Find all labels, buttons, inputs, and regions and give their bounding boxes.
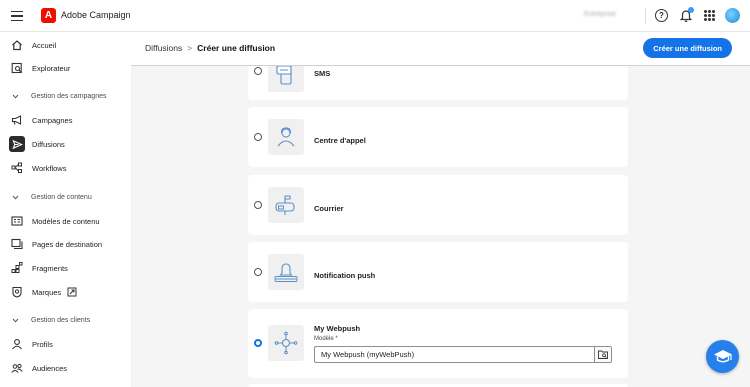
create-delivery-button[interactable]: Créer une diffusion — [643, 38, 732, 58]
template-label-text: Modèle — [314, 336, 334, 342]
channel-title: Courrier — [314, 204, 344, 213]
channel-list: SMS Centre d'appel Courrier Notification… — [131, 66, 750, 387]
menu-icon[interactable] — [11, 11, 23, 22]
sidebar-item-label: Explorateur — [32, 63, 71, 73]
sidebar-item-label: Marques — [32, 287, 62, 297]
section-customer-management[interactable]: Gestion des clients — [12, 317, 90, 324]
required-mark: * — [335, 336, 338, 342]
breadcrumb-separator: > — [187, 43, 193, 53]
sms-icon — [268, 66, 304, 92]
audiences-icon — [10, 362, 23, 375]
chevron-down-icon — [12, 94, 19, 99]
sidebar-item-label: Profils — [32, 339, 53, 349]
section-label: Gestion de contenu — [31, 194, 92, 201]
webpush-icon — [268, 325, 304, 361]
section-content-management[interactable]: Gestion de contenu — [12, 194, 92, 201]
sidebar-item-label: Fragments — [32, 263, 68, 273]
template-input[interactable] — [315, 350, 595, 359]
sidebar-item-label: Accueil — [32, 40, 57, 50]
mailbox-icon — [268, 187, 304, 223]
channel-card-webpush[interactable]: My Webpush Modèle * — [248, 309, 628, 378]
breadcrumb-parent-link[interactable]: Diffusions — [145, 43, 182, 53]
notification-badge — [688, 7, 694, 13]
channel-title: My Webpush — [314, 324, 361, 333]
folder-search-icon — [598, 350, 608, 359]
learn-help-button[interactable] — [706, 340, 739, 373]
template-icon — [10, 215, 23, 228]
template-field — [314, 346, 612, 363]
channel-card-mail[interactable]: Courrier — [248, 175, 628, 235]
adobe-logo-icon: A — [41, 8, 56, 23]
radio-sms[interactable] — [254, 67, 262, 75]
channel-card-push[interactable]: Notification push — [248, 242, 628, 302]
avatar[interactable] — [725, 8, 740, 23]
radio-mail[interactable] — [254, 201, 262, 209]
template-field-label: Modèle * — [314, 336, 338, 342]
channel-card-call-center[interactable]: Centre d'appel — [248, 107, 628, 167]
section-label: Gestion des clients — [31, 317, 91, 324]
brand-icon — [10, 286, 23, 299]
radio-call-center[interactable] — [254, 133, 262, 141]
radio-webpush[interactable] — [254, 339, 262, 347]
sidebar-item-campagnes[interactable]: Campagnes — [10, 111, 72, 129]
home-icon — [10, 39, 23, 52]
sidebar-item-brands[interactable]: Marques — [10, 283, 77, 301]
sidebar-item-workflows[interactable]: Workflows — [10, 159, 66, 177]
section-campaign-management[interactable]: Gestion des campagnes — [12, 93, 107, 100]
template-picker-button[interactable] — [594, 347, 611, 362]
sidebar-item-label: Pages de destination — [32, 239, 103, 249]
page-header: Diffusions > Créer une diffusion Créer une… — [131, 32, 750, 66]
push-notification-icon — [268, 254, 304, 290]
sidebar-item-profiles[interactable]: Profils — [10, 335, 53, 353]
breadcrumb: Diffusions > Créer une diffusion — [145, 43, 275, 53]
channel-title: Notification push — [314, 271, 376, 280]
external-link-icon — [67, 287, 77, 297]
user-icon — [10, 338, 23, 351]
sidebar-item-label: Workflows — [32, 163, 67, 173]
help-icon[interactable]: ? — [655, 9, 668, 22]
call-center-icon — [268, 119, 304, 155]
app-name: Adobe Campaign — [61, 10, 131, 20]
sidebar-item-label: Diffusions — [32, 139, 65, 149]
section-label: Gestion des campagnes — [31, 93, 107, 100]
radio-push[interactable] — [254, 268, 262, 276]
fragments-icon — [10, 262, 23, 275]
explorer-icon — [10, 62, 23, 75]
channel-title: Centre d'appel — [314, 136, 366, 145]
channel-card-sms[interactable]: SMS — [248, 66, 628, 100]
sidebar: Accueil Explorateur Gestion des campagne… — [0, 32, 131, 387]
chevron-down-icon — [12, 195, 19, 200]
sidebar-item-accueil[interactable]: Accueil — [10, 36, 56, 54]
sidebar-item-content-templates[interactable]: Modèles de contenu — [10, 212, 100, 230]
megaphone-icon — [10, 114, 23, 127]
sidebar-item-fragments[interactable]: Fragments — [10, 259, 68, 277]
divider — [645, 8, 646, 24]
apps-grid-icon[interactable] — [704, 10, 715, 21]
sidebar-item-label: Modèles de contenu — [32, 216, 100, 226]
sidebar-item-audiences[interactable]: Audiences — [10, 359, 67, 377]
workflow-icon — [10, 162, 23, 175]
sidebar-item-explorateur[interactable]: Explorateur — [10, 59, 70, 77]
channel-title: SMS — [314, 69, 331, 78]
org-switcher[interactable]: Entreprise — [584, 11, 616, 18]
sidebar-item-label: Campagnes — [32, 115, 73, 125]
chevron-down-icon — [12, 318, 19, 323]
top-bar: A Adobe Campaign Entreprise ? — [0, 0, 750, 32]
graduation-cap-icon — [713, 349, 732, 362]
sidebar-item-label: Audiences — [32, 363, 68, 373]
sidebar-item-diffusions[interactable]: Diffusions — [9, 135, 65, 153]
pages-icon — [10, 238, 23, 251]
sidebar-item-landing-pages[interactable]: Pages de destination — [10, 235, 102, 253]
send-icon — [9, 136, 25, 152]
page-title: Créer une diffusion — [197, 43, 276, 53]
